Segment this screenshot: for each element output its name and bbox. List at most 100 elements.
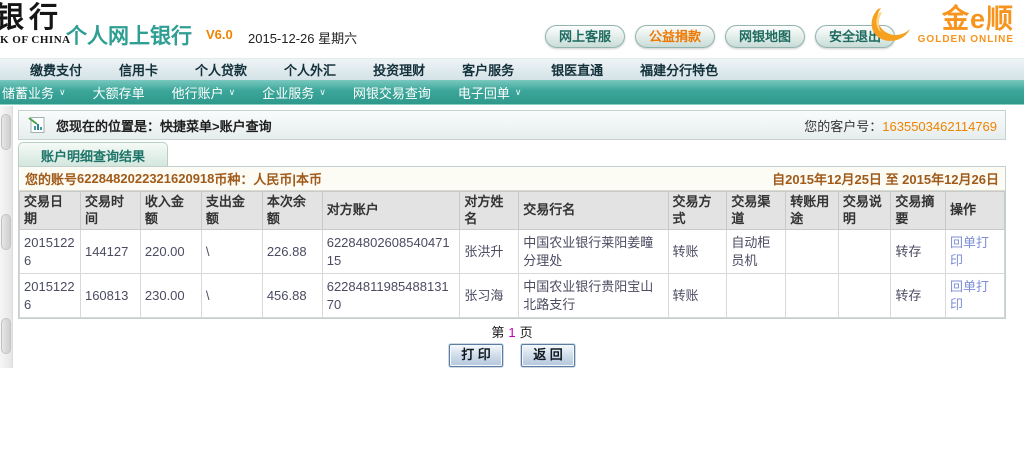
col-header-balance: 本次余额	[262, 192, 322, 230]
action-buttons: 打 印 返 回	[18, 344, 1006, 367]
account-number: 6228482022321620918	[77, 171, 214, 186]
chevron-down-icon: ∨	[319, 87, 326, 98]
crescent-logo-icon	[868, 4, 914, 46]
version-label: V6.0	[206, 27, 233, 42]
cell-counter-account: 6228480260854047115	[322, 230, 460, 274]
chevron-down-icon: ∨	[229, 87, 236, 98]
cell-balance: 456.88	[262, 274, 322, 318]
cell-outcome: \	[201, 230, 262, 274]
cell-date: 20151226	[20, 230, 81, 274]
cell-channel	[727, 274, 786, 318]
brand-subtitle: GOLDEN ONLINE	[918, 35, 1014, 45]
pagination: 第1页	[18, 322, 1006, 341]
cell-purpose	[786, 230, 839, 274]
secondary-nav: 储蓄业务 ∨ 大额存单 他行账户 ∨ 企业服务 ∨ 网银交易查询 电子回单 ∨	[0, 80, 1024, 105]
nav-item-payments[interactable]: 缴费支付	[30, 60, 82, 79]
col-header-method: 交易方式	[668, 192, 727, 230]
result-panel: 您的账号6228482022321620918 币种：人民币|本币 自2015年…	[18, 166, 1006, 319]
col-header-counter-account: 对方账户	[322, 192, 460, 230]
col-header-date: 交易日期	[20, 192, 81, 230]
table-row: 20151226 144127 220.00 \ 226.88 62284802…	[20, 230, 1005, 274]
col-header-bank-name: 交易行名	[519, 192, 668, 230]
col-header-description: 交易说明	[838, 192, 891, 230]
brand-name: 金e顺	[942, 6, 1014, 33]
tab-account-detail-result[interactable]: 账户明细查询结果	[18, 142, 168, 167]
collapsed-sidebar-strip	[0, 106, 13, 368]
cell-counter-name: 张习海	[460, 274, 519, 318]
cell-purpose	[786, 274, 839, 318]
currency-label: 币种：人民币|本币	[214, 169, 322, 188]
nav-item-other-bank-account[interactable]: 他行账户 ∨	[172, 83, 236, 102]
back-button[interactable]: 返 回	[521, 344, 575, 367]
cell-balance: 226.88	[262, 230, 322, 274]
sidebar-collapse-handle[interactable]	[1, 114, 11, 150]
cell-outcome: \	[201, 274, 262, 318]
online-service-button[interactable]: 网上客服	[545, 25, 625, 48]
receipt-print-link[interactable]: 回单打印	[950, 235, 989, 268]
breadcrumb-bar: 您现在的位置是：快捷菜单>账户查询 您的客户号：1635503462114769	[18, 110, 1006, 140]
print-button[interactable]: 打 印	[449, 344, 503, 367]
cell-bank-name: 中国农业银行莱阳姜疃分理处	[519, 230, 668, 274]
nav-item-fujian-features[interactable]: 福建分行特色	[640, 60, 718, 79]
cell-channel: 自动柜员机	[727, 230, 786, 274]
col-header-time: 交易时间	[80, 192, 140, 230]
header: 银行 K OF CHINA 个人网上银行 V6.0 2015-12-26 星期六…	[0, 0, 1024, 58]
col-header-outcome: 支出金额	[201, 192, 262, 230]
cell-method: 转账	[668, 230, 727, 274]
cell-description	[838, 230, 891, 274]
cell-counter-account: 6228481198548813170	[322, 274, 460, 318]
receipt-print-link[interactable]: 回单打印	[950, 279, 989, 312]
nav-item-personal-loan[interactable]: 个人贷款	[195, 60, 247, 79]
nav-item-customer-service[interactable]: 客户服务	[462, 60, 514, 79]
cell-action: 回单打印	[946, 230, 1005, 274]
col-header-counter-name: 对方姓名	[460, 192, 519, 230]
charity-donation-button[interactable]: 公益捐款	[635, 25, 715, 48]
bank-logo-en: K OF CHINA	[0, 34, 71, 46]
nav-item-e-receipt[interactable]: 电子回单 ∨	[458, 83, 522, 102]
account-info-bar: 您的账号6228482022321620918 币种：人民币|本币 自2015年…	[19, 167, 1005, 191]
chevron-down-icon: ∨	[59, 87, 66, 98]
primary-nav: 缴费支付 信用卡 个人贷款 个人外汇 投资理财 客户服务 银医直通 福建分行特色	[0, 58, 1024, 80]
cell-action: 回单打印	[946, 274, 1005, 318]
nav-item-bank-medical[interactable]: 银医直通	[551, 60, 603, 79]
page-prefix: 第	[491, 325, 504, 340]
page-number: 1	[508, 325, 515, 340]
sidebar-collapse-handle[interactable]	[1, 318, 11, 354]
cell-summary: 转存	[891, 274, 946, 318]
table-row: 20151226 160813 230.00 \ 456.88 62284811…	[20, 274, 1005, 318]
nav-item-savings[interactable]: 储蓄业务 ∨	[2, 83, 66, 102]
date-range: 自2015年12月25日 至 2015年12月26日	[772, 169, 999, 188]
nav-item-investment[interactable]: 投资理财	[373, 60, 425, 79]
header-quick-links: 网上客服 公益捐款 网银地图 安全退出	[545, 25, 895, 48]
nav-item-corporate-service[interactable]: 企业服务 ∨	[262, 83, 326, 102]
header-date: 2015-12-26 星期六	[248, 28, 357, 47]
col-header-income: 收入金额	[140, 192, 201, 230]
cell-method: 转账	[668, 274, 727, 318]
col-header-summary: 交易摘要	[891, 192, 946, 230]
col-header-purpose: 转账用途	[786, 192, 839, 230]
table-header-row: 交易日期 交易时间 收入金额 支出金额 本次余额 对方账户 对方姓名 交易行名 …	[20, 192, 1005, 230]
nav-item-transaction-query[interactable]: 网银交易查询	[353, 83, 431, 102]
cell-income: 220.00	[140, 230, 201, 274]
cell-income: 230.00	[140, 274, 201, 318]
col-header-action: 操作	[946, 192, 1005, 230]
cell-summary: 转存	[891, 230, 946, 274]
cell-description	[838, 274, 891, 318]
nav-item-large-deposit[interactable]: 大额存单	[93, 83, 145, 102]
bank-logo-cn: 银行	[0, 3, 71, 33]
cell-date: 20151226	[20, 274, 81, 318]
sidebar-collapse-handle[interactable]	[1, 214, 11, 250]
golden-online-brand: 金e顺 GOLDEN ONLINE	[868, 4, 1014, 46]
page-title: 个人网上银行	[66, 20, 192, 50]
customer-number-label: 您的客户号：	[804, 119, 882, 134]
bank-map-button[interactable]: 网银地图	[725, 25, 805, 48]
transactions-table: 交易日期 交易时间 收入金额 支出金额 本次余额 对方账户 对方姓名 交易行名 …	[19, 191, 1005, 318]
cell-counter-name: 张洪升	[460, 230, 519, 274]
account-label: 您的账号	[25, 169, 77, 188]
nav-item-personal-forex[interactable]: 个人外汇	[284, 60, 336, 79]
customer-number-value: 1635503462114769	[882, 119, 997, 134]
cell-time: 160813	[80, 274, 140, 318]
nav-item-credit-card[interactable]: 信用卡	[119, 60, 158, 79]
page-suffix: 页	[520, 325, 533, 340]
cell-time: 144127	[80, 230, 140, 274]
